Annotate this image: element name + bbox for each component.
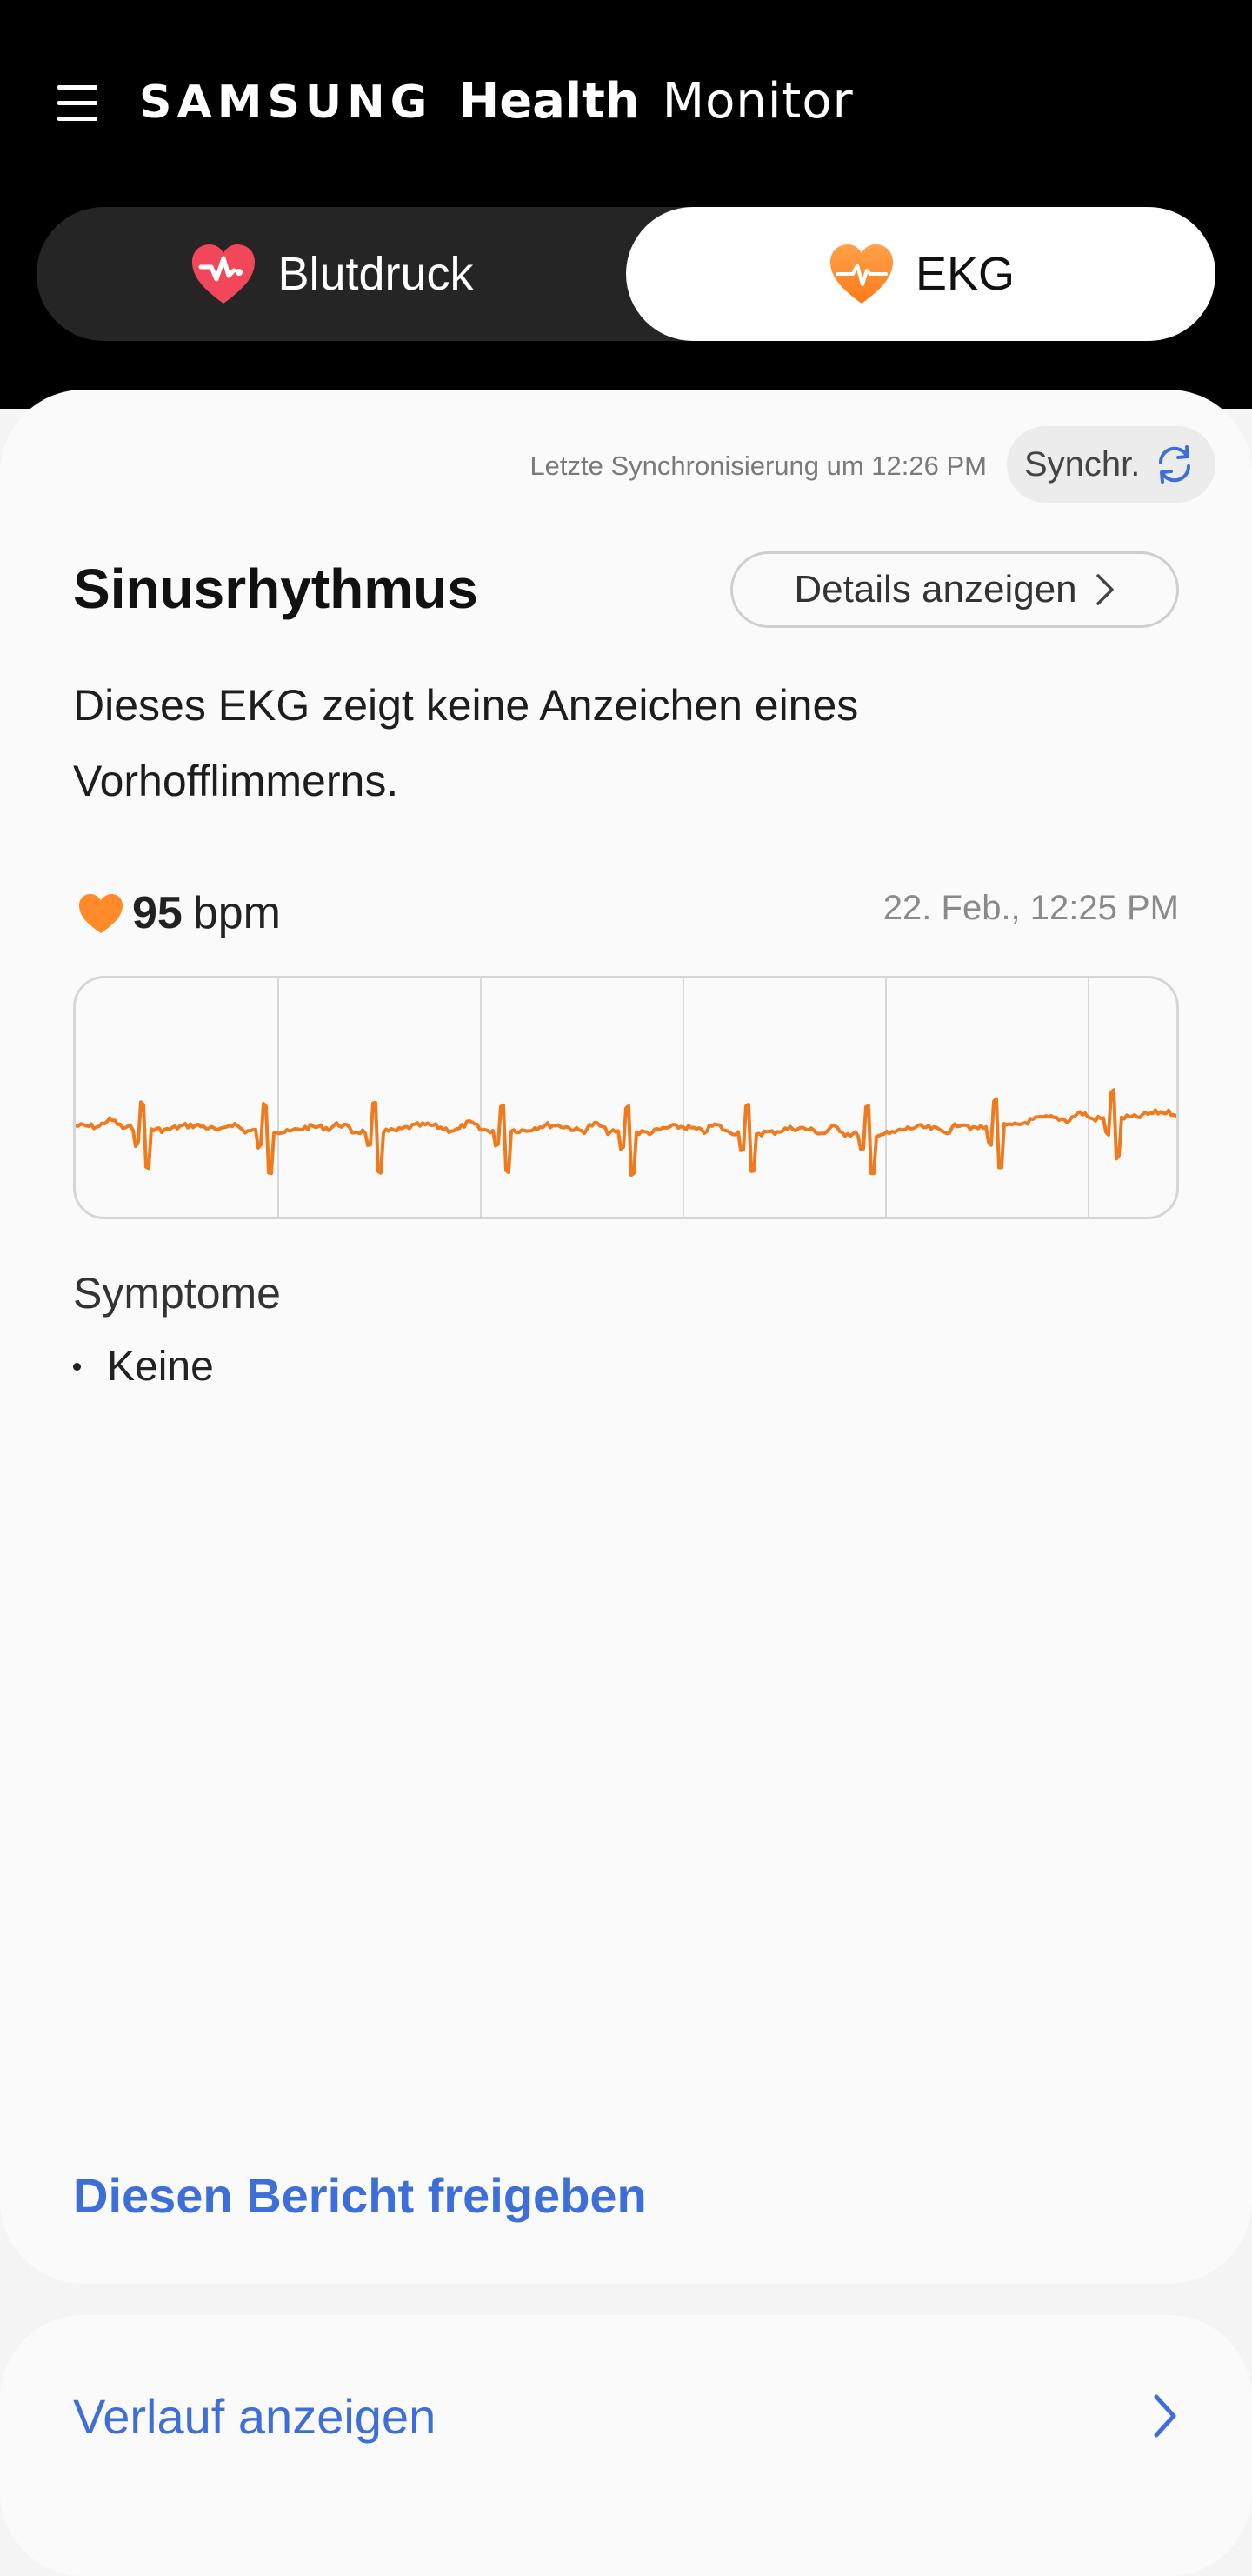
history-card[interactable] [0,2315,1252,2576]
app-title: SAMSUNG Health Monitor [139,73,854,134]
heart-pressure-icon [192,244,256,304]
last-sync-text: Letzte Synchronisierung um 12:26 PM [529,450,987,481]
details-button-label: Details anzeigen [794,568,1077,611]
tab-ekg-label: EKG [915,248,1016,300]
sync-button-label: Synchr. [1024,444,1141,484]
menu-icon[interactable] [57,83,101,122]
bullet-icon [73,1363,81,1371]
ekg-trace-chart [76,978,1176,1217]
symptom-item-label: Keine [107,1344,214,1390]
share-report-link[interactable]: Diesen Bericht freigeben [73,2167,647,2224]
symptoms-title: Symptome [73,1269,281,1318]
ekg-strip [73,976,1179,1219]
tab-ekg[interactable]: EKG [626,207,1215,341]
heart-icon [79,894,123,933]
brand-monitor: Monitor [662,73,854,130]
brand-logo: SAMSUNG [139,77,433,129]
top-bar: SAMSUNG Health Monitor Blutdruck EKG [0,0,1252,409]
bpm-value: 95 [132,888,183,938]
symptom-item: Keine [73,1343,214,1391]
result-title: Sinusrhythmus [73,557,478,620]
brand-health: Health [458,73,640,130]
details-button[interactable]: Details anzeigen [730,551,1179,628]
tab-blood-pressure-label: Blutdruck [277,248,474,300]
heart-rate: 95 bpm [77,878,281,948]
sync-button[interactable]: Synchr. [1007,426,1215,503]
sync-icon [1159,445,1191,484]
history-link[interactable]: Verlauf anzeigen [73,2388,436,2445]
tab-blood-pressure[interactable]: Blutdruck [37,207,626,341]
result-description: Dieses EKG zeigt keine Anzeichen eines V… [73,681,859,805]
heart-ekg-icon [829,244,893,304]
bpm-unit: bpm [192,888,281,938]
ekg-trace-line [76,1088,1176,1178]
chevron-right-icon [1096,574,1114,605]
chevron-right-icon[interactable] [1149,2392,1181,2440]
measurement-timestamp: 22. Feb., 12:25 PM [882,889,1179,927]
tab-switcher: Blutdruck EKG [37,207,1215,341]
